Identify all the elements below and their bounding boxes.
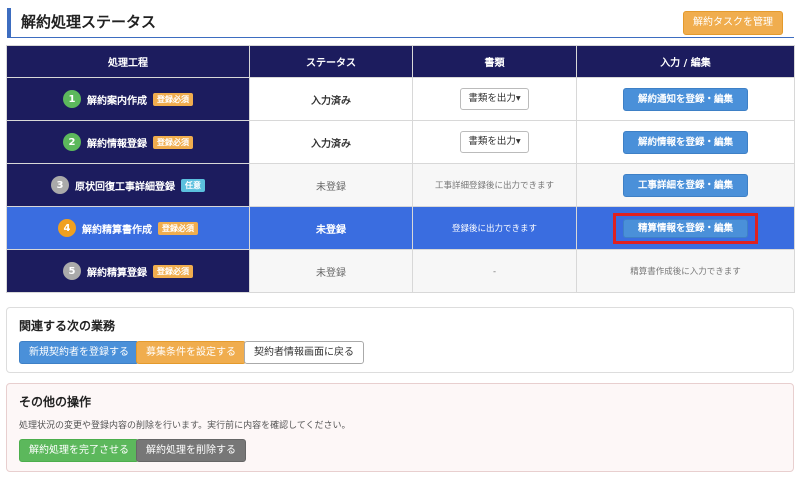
delete-cancellation-button[interactable]: 解約処理を削除する [136, 439, 246, 462]
document-note: - [492, 266, 497, 277]
action-cell: 解約情報を登録・編集 [576, 120, 795, 164]
step-number-circle: 1 [63, 90, 81, 108]
document-cell: - [412, 249, 577, 293]
status-text: 未登録 [316, 181, 346, 193]
highlight-box: 精算情報を登録・編集 [613, 212, 758, 244]
complete-cancellation-button[interactable]: 解約処理を完了させる [19, 439, 139, 462]
step-label: 解約精算書作成 [82, 224, 152, 236]
step-cell: 1 解約案内作成 登録必須 [6, 77, 250, 121]
status-cell: 未登録 [249, 163, 413, 207]
related-tasks-title: 関連する次の業務 [19, 319, 116, 333]
document-cell: 書類を出力▾ [412, 120, 577, 164]
register-new-contractor-button[interactable]: 新規契約者を登録する [19, 341, 139, 364]
step-cell: 5 解約精算登録 登録必須 [6, 249, 250, 293]
status-text: 入力済み [311, 138, 351, 150]
output-documents-dropdown[interactable]: 書類を出力▾ [460, 131, 529, 153]
table-row: 5 解約精算登録 登録必須 未登録 - 精算書作成後に入力できます [6, 249, 795, 293]
table-row: 2 解約情報登録 登録必須 入力済み 書類を出力▾ 解約情報を登録・編集 [6, 120, 795, 164]
edit-construction-details-button[interactable]: 工事詳細を登録・編集 [623, 173, 748, 197]
table-header-row: 処理工程 ステータス 書類 入力 / 編集 [6, 45, 795, 78]
required-badge: 登録必須 [158, 221, 198, 235]
table-row: 3 原状回復工事詳細登録 任意 未登録 工事詳細登録後に出力できます 工事詳細を… [6, 163, 795, 207]
action-cell: 工事詳細を登録・編集 [576, 163, 795, 207]
table-row-active: 4 解約精算書作成 登録必須 未登録 登録後に出力できます 精算情報を登録・編集 [6, 206, 795, 250]
action-cell: 解約通知を登録・編集 [576, 77, 795, 121]
column-header-status: ステータス [249, 45, 413, 78]
status-table: 処理工程 ステータス 書類 入力 / 編集 1 解約案内作成 登録必須 入力済み… [6, 45, 795, 293]
manage-cancellation-tasks-button[interactable]: 解約タスクを管理 [683, 11, 783, 35]
required-badge: 登録必須 [153, 264, 193, 278]
required-badge: 登録必須 [153, 135, 193, 149]
column-header-step: 処理工程 [6, 45, 250, 78]
edit-notice-button[interactable]: 解約通知を登録・編集 [623, 87, 748, 111]
status-cell: 未登録 [249, 249, 413, 293]
table-row: 1 解約案内作成 登録必須 入力済み 書類を出力▾ 解約通知を登録・編集 [6, 77, 795, 121]
action-cell: 精算書作成後に入力できます [576, 249, 795, 293]
set-recruitment-conditions-button[interactable]: 募集条件を設定する [136, 341, 246, 364]
step-number-circle: 2 [63, 133, 81, 151]
status-cell: 未登録 [249, 206, 413, 250]
column-header-documents: 書類 [412, 45, 577, 78]
other-operations-title: その他の操作 [19, 395, 92, 409]
step-cell: 3 原状回復工事詳細登録 任意 [6, 163, 250, 207]
back-to-contractor-info-button[interactable]: 契約者情報画面に戻る [244, 341, 364, 364]
status-text: 未登録 [316, 224, 346, 236]
document-cell: 書類を出力▾ [412, 77, 577, 121]
column-header-input-edit: 入力 / 編集 [576, 45, 795, 78]
edit-settlement-info-button[interactable]: 精算情報を登録・編集 [623, 218, 748, 238]
step-label: 解約情報登録 [87, 138, 147, 150]
document-note: 登録後に出力できます [451, 224, 537, 234]
step-label: 原状回復工事詳細登録 [75, 181, 175, 193]
step-cell: 2 解約情報登録 登録必須 [6, 120, 250, 164]
document-cell: 工事詳細登録後に出力できます [412, 163, 577, 207]
step-number-circle: 3 [51, 176, 69, 194]
document-cell: 登録後に出力できます [412, 206, 577, 250]
edit-cancellation-info-button[interactable]: 解約情報を登録・編集 [623, 130, 748, 154]
required-badge: 登録必須 [153, 92, 193, 106]
step-number-circle: 4 [58, 219, 76, 237]
page-title: 解約処理ステータス [21, 13, 157, 31]
step-label: 解約精算登録 [87, 267, 147, 279]
related-tasks-panel: 関連する次の業務 新規契約者を登録する 募集条件を設定する 契約者情報画面に戻る [6, 307, 794, 373]
step-label: 解約案内作成 [87, 95, 147, 107]
page-header: 解約処理ステータス 解約タスクを管理 [7, 8, 794, 38]
action-note: 精算書作成後に入力できます [630, 267, 741, 277]
optional-badge: 任意 [181, 178, 205, 192]
status-text: 入力済み [311, 95, 351, 107]
status-cell: 入力済み [249, 77, 413, 121]
step-number-circle: 5 [63, 262, 81, 280]
other-operations-description: 処理状況の変更や登録内容の削除を行います。実行前に内容を確認してください。 [19, 421, 351, 431]
action-cell: 精算情報を登録・編集 [576, 206, 795, 250]
other-operations-panel: その他の操作 処理状況の変更や登録内容の削除を行います。実行前に内容を確認してく… [6, 383, 794, 472]
status-cell: 入力済み [249, 120, 413, 164]
status-text: 未登録 [316, 267, 346, 279]
step-cell: 4 解約精算書作成 登録必須 [6, 206, 250, 250]
output-documents-dropdown[interactable]: 書類を出力▾ [460, 88, 529, 110]
document-note: 工事詳細登録後に出力できます [434, 181, 554, 191]
